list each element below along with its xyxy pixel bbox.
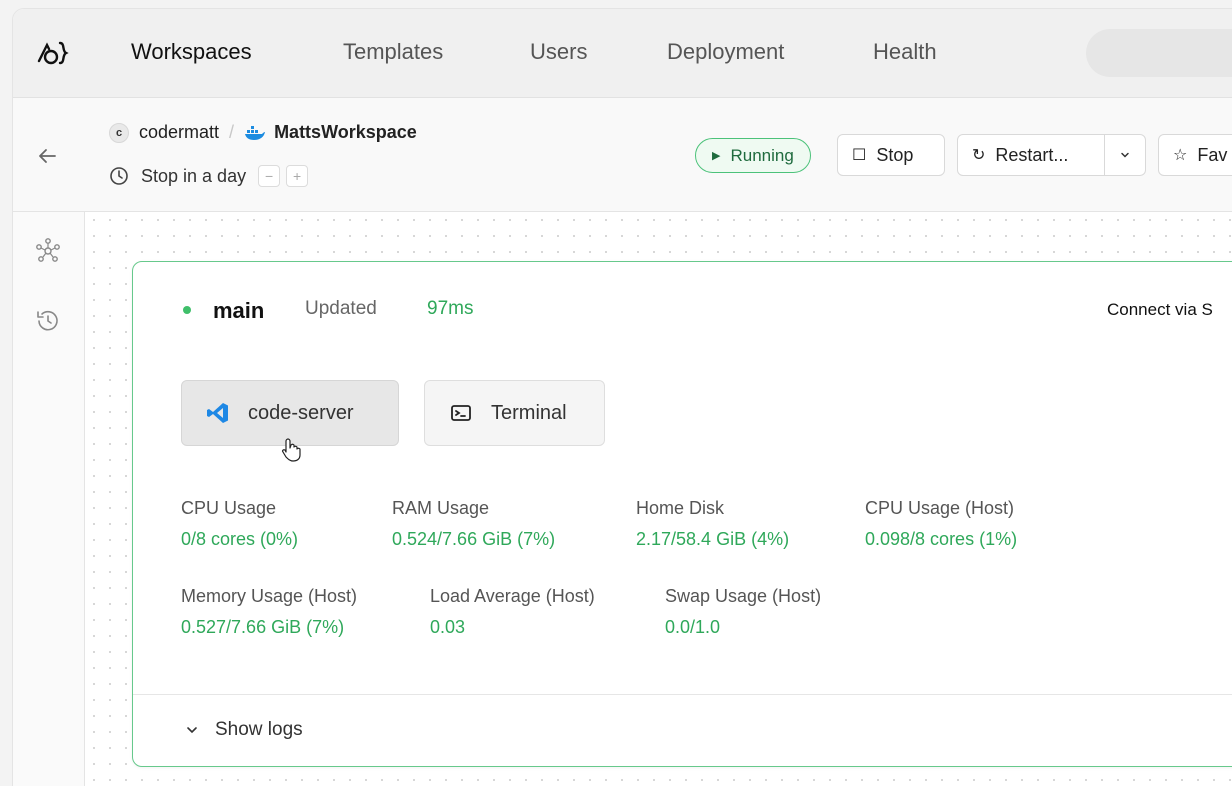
metric-label: CPU Usage (Host) [865, 498, 1015, 518]
vscode-icon [207, 403, 228, 423]
workspace-name: MattsWorkspace [274, 122, 417, 142]
schedule-decrease-button[interactable]: − [258, 165, 281, 187]
agent-card: main Updated 97ms Connect via S code-ser… [132, 261, 1232, 767]
favorite-button[interactable]: ☆ Fav [1158, 134, 1232, 176]
schedule-text: Stop in a day [141, 165, 247, 186]
clock-icon [110, 167, 128, 185]
schedule-increase-button[interactable]: + [286, 165, 309, 187]
favorite-label: Fav [1197, 144, 1228, 165]
show-logs-toggle[interactable]: Show logs [185, 719, 303, 741]
breadcrumb-separator: / [229, 122, 235, 142]
nav-templates[interactable]: Templates [343, 39, 443, 65]
back-arrow-icon[interactable] [35, 144, 59, 168]
metric-value: 0.524/7.66 GiB (7%) [392, 529, 556, 549]
show-logs-label: Show logs [215, 719, 303, 740]
metric-cpu-usage-host: CPU Usage (Host) 0.098/8 cores (1%) [865, 498, 1017, 550]
status-badge: ▶ Running [695, 138, 811, 173]
code-server-label: code-server [248, 401, 354, 424]
metric-value: 0.527/7.66 GiB (7%) [181, 617, 345, 637]
agent-latency: 97ms [427, 298, 474, 319]
chevron-down-icon [1121, 152, 1129, 158]
star-icon: ☆ [1173, 147, 1188, 164]
metric-memory-usage-host: Memory Usage (Host) 0.527/7.66 GiB (7%) [181, 586, 357, 638]
terminal-app-button[interactable]: Terminal [424, 380, 605, 446]
connect-via-ssh-button[interactable]: Connect via S [1107, 300, 1213, 320]
metric-label: RAM Usage [392, 498, 490, 518]
coder-logo-icon[interactable] [35, 39, 69, 67]
restart-button[interactable]: ↻ Restart... [957, 134, 1105, 176]
docker-icon [245, 125, 266, 140]
metric-value: 0.0/1.0 [665, 617, 721, 637]
agent-updated-label: Updated [305, 298, 377, 319]
metric-label: Home Disk [636, 498, 725, 518]
nav-workspaces[interactable]: Workspaces [131, 39, 252, 65]
metric-value: 0/8 cores (0%) [181, 529, 299, 549]
agent-status-dot [183, 306, 191, 314]
stop-label: Stop [876, 144, 914, 165]
metric-load-average-host: Load Average (Host) 0.03 [430, 586, 595, 638]
metric-value: 2.17/58.4 GiB (4%) [636, 529, 790, 549]
metric-ram-usage: RAM Usage 0.524/7.66 GiB (7%) [392, 498, 555, 550]
hand-pointer-cursor-icon [282, 438, 301, 462]
owner-avatar: c [109, 122, 129, 143]
metric-cpu-usage: CPU Usage 0/8 cores (0%) [181, 498, 298, 550]
nav-health[interactable]: Health [873, 39, 937, 65]
metric-label: Swap Usage (Host) [665, 586, 822, 606]
metric-swap-usage-host: Swap Usage (Host) 0.0/1.0 [665, 586, 821, 638]
user-menu-area[interactable] [1086, 29, 1232, 77]
app-window: Workspaces Templates Users Deployment He… [12, 8, 1232, 786]
stop-square-icon: ☐ [852, 147, 867, 164]
metric-label: CPU Usage [181, 498, 277, 518]
terminal-icon [451, 405, 471, 421]
metric-value: 0.098/8 cores (1%) [865, 529, 1018, 549]
terminal-label: Terminal [491, 401, 567, 424]
history-icon[interactable] [33, 306, 63, 336]
metric-home-disk: Home Disk 2.17/58.4 GiB (4%) [636, 498, 789, 550]
play-icon: ▶ [712, 150, 721, 162]
agent-name: main [213, 298, 265, 323]
schedule-row: Stop in a day − + [109, 165, 309, 187]
metric-value: 0.03 [430, 617, 466, 637]
metric-label: Load Average (Host) [430, 586, 595, 606]
top-navigation: Workspaces Templates Users Deployment He… [13, 9, 1232, 98]
resources-graph-icon[interactable] [33, 236, 63, 266]
side-rail [13, 212, 85, 786]
status-label: Running [730, 145, 794, 165]
owner-name[interactable]: codermatt [139, 122, 219, 143]
stop-button[interactable]: ☐ Stop [837, 134, 945, 176]
restart-label: Restart... [995, 144, 1069, 165]
breadcrumb: c codermatt / MattsWorkspace [109, 122, 417, 143]
chevron-down-icon [187, 727, 197, 734]
metric-label: Memory Usage (Host) [181, 586, 358, 606]
restart-options-dropdown[interactable] [1104, 134, 1146, 176]
workspace-header: c codermatt / MattsWorkspace Stop in a d… [13, 98, 1232, 212]
nav-users[interactable]: Users [530, 39, 587, 65]
logs-bar: Show logs [133, 694, 1232, 766]
nav-deployment[interactable]: Deployment [667, 39, 784, 65]
restart-icon: ↻ [972, 147, 986, 164]
